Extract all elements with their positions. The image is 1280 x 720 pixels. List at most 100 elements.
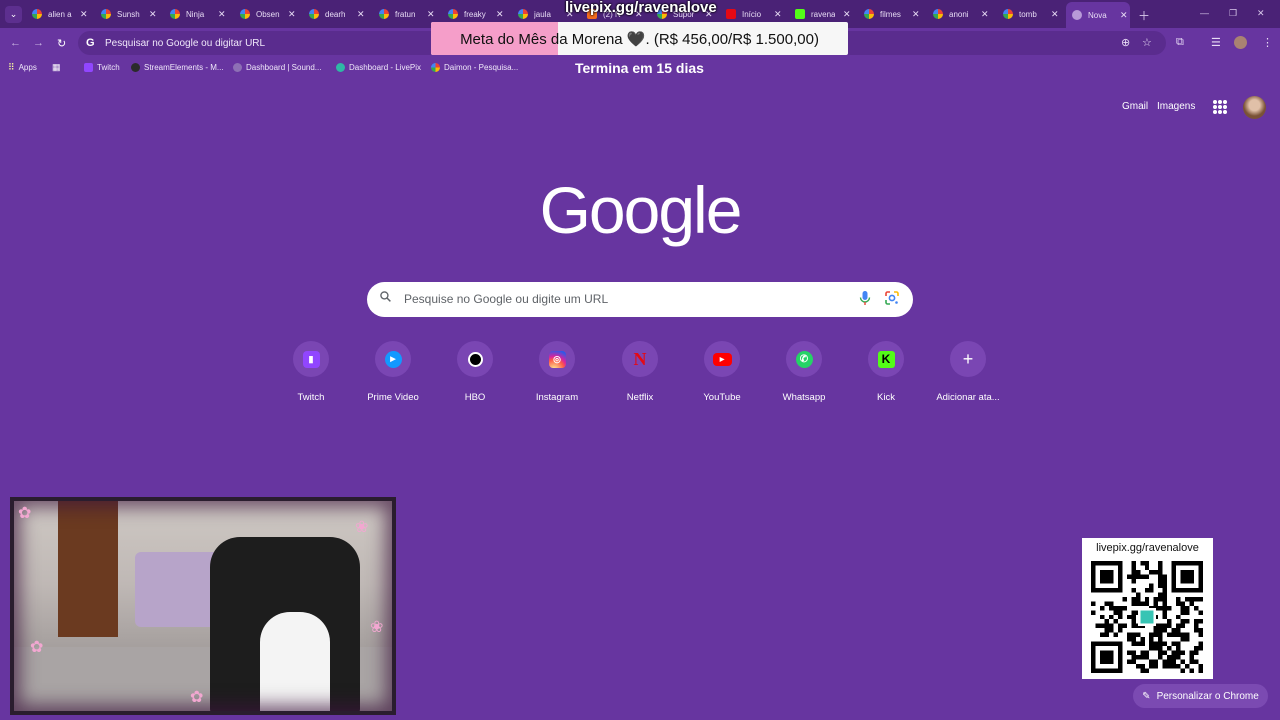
- google-icon: [170, 9, 180, 19]
- tab[interactable]: ravena ✕: [795, 4, 851, 24]
- google-lens-icon[interactable]: [884, 290, 900, 306]
- google-icon: [32, 9, 42, 19]
- shortcut-tile: +: [950, 341, 986, 377]
- livepix-url-top: livepix.gg/ravenalove: [565, 0, 717, 16]
- close-tab-icon[interactable]: ✕: [218, 9, 226, 20]
- shortcut-tile: ✆: [786, 341, 822, 377]
- close-tab-icon[interactable]: ✕: [912, 9, 920, 20]
- reading-list-icon[interactable]: ☰: [1211, 36, 1221, 49]
- soundcloud-icon: [233, 63, 242, 72]
- tab[interactable]: filmes ✕: [864, 4, 920, 24]
- shortcut-kick[interactable]: K Kick: [844, 341, 928, 403]
- shortcut-instagram[interactable]: ◎ Instagram: [515, 341, 599, 403]
- bookmark-star-icon[interactable]: ☆: [1142, 36, 1152, 49]
- search-icon: [380, 291, 391, 302]
- microphone-icon[interactable]: [858, 290, 872, 306]
- shortcut-label: Whatsapp: [782, 392, 826, 403]
- forward-icon[interactable]: →: [33, 37, 44, 49]
- close-tab-icon[interactable]: ✕: [843, 9, 851, 20]
- kick-icon: K: [877, 350, 895, 368]
- bookmark-twitch[interactable]: Twitch: [84, 63, 120, 72]
- streamelements-icon: [131, 63, 140, 72]
- hbo-icon: [467, 351, 483, 367]
- images-link[interactable]: Imagens: [1157, 101, 1195, 112]
- gmail-link[interactable]: Gmail: [1122, 101, 1148, 112]
- search-input[interactable]: [404, 289, 844, 309]
- goal-text: Meta do Mês da Morena 🖤. (R$ 456,00/R$ 1…: [460, 31, 819, 48]
- tab[interactable]: anoni ✕: [933, 4, 989, 24]
- tab[interactable]: Obsen ✕: [240, 4, 296, 24]
- close-tab-icon[interactable]: ✕: [1120, 10, 1128, 21]
- account-avatar[interactable]: [1243, 96, 1266, 119]
- reload-icon[interactable]: ↻: [57, 37, 66, 50]
- tab[interactable]: alien a ✕: [32, 4, 88, 24]
- close-tab-icon[interactable]: ✕: [288, 9, 296, 20]
- shortcut-tile: ▶: [704, 341, 740, 377]
- close-tab-icon[interactable]: ✕: [774, 9, 782, 20]
- shortcut-add[interactable]: + Adicionar ata...: [926, 341, 1010, 403]
- new-tab-button[interactable]: ＋: [1138, 7, 1150, 24]
- customize-chrome-button[interactable]: ✎ Personalizar o Chrome: [1133, 684, 1268, 708]
- flower-decoration: ❀: [355, 519, 369, 536]
- google-icon: [1003, 9, 1013, 19]
- tab-search-button[interactable]: ⌄: [5, 6, 22, 23]
- shortcut-netflix[interactable]: N Netflix: [598, 341, 682, 403]
- shortcut-tile: ▶: [375, 341, 411, 377]
- close-tab-icon[interactable]: ✕: [357, 9, 365, 20]
- omnibox-text[interactable]: Pesquisar no Google ou digitar URL: [105, 38, 265, 49]
- kick-icon: [795, 9, 805, 19]
- tab[interactable]: Início ✕: [726, 4, 782, 24]
- youtube-icon: ▶: [712, 352, 732, 366]
- tab-active[interactable]: Nova ✕: [1066, 2, 1130, 28]
- tab[interactable]: dearh ✕: [309, 4, 365, 24]
- shortcut-hbo[interactable]: HBO: [433, 341, 517, 403]
- close-window-icon[interactable]: ✕: [1257, 8, 1265, 19]
- google-logo: Google: [539, 173, 743, 247]
- instagram-icon: ◎: [548, 350, 566, 368]
- shortcut-tile: K: [868, 341, 904, 377]
- livepix-icon: [336, 63, 345, 72]
- tab[interactable]: Ninja ✕: [170, 4, 226, 24]
- google-icon: [518, 9, 528, 19]
- extensions-icon[interactable]: ⧉: [1176, 36, 1184, 49]
- restore-icon[interactable]: ❐: [1229, 8, 1237, 19]
- bookmark-soundcloud[interactable]: Dashboard | Sound...: [233, 63, 321, 72]
- tab[interactable]: Sunsh ✕: [101, 4, 157, 24]
- tab[interactable]: tomb ✕: [1003, 4, 1059, 24]
- close-tab-icon[interactable]: ✕: [496, 9, 504, 20]
- tab[interactable]: fratun ✕: [379, 4, 435, 24]
- bookmark-grid[interactable]: ▦: [52, 63, 65, 72]
- google-icon: [933, 9, 943, 19]
- bookmark-daimon[interactable]: Daimon - Pesquisa...: [431, 63, 518, 72]
- shortcut-label: Adicionar ata...: [936, 392, 1000, 403]
- tab[interactable]: freaky ✕: [448, 4, 504, 24]
- shortcut-youtube[interactable]: ▶ YouTube: [680, 341, 764, 403]
- flower-decoration: ✿: [190, 689, 204, 706]
- shortcut-whatsapp[interactable]: ✆ Whatsapp: [762, 341, 846, 403]
- bookmark-apps[interactable]: ⠿ Apps: [8, 63, 37, 73]
- menu-kebab-icon[interactable]: ⋮: [1262, 36, 1273, 49]
- bookmark-streamelements[interactable]: StreamElements - M...: [131, 63, 224, 72]
- netflix-icon: [726, 9, 736, 19]
- minimize-icon[interactable]: —: [1200, 8, 1209, 18]
- close-tab-icon[interactable]: ✕: [80, 9, 88, 20]
- shortcut-prime-video[interactable]: ▶ Prime Video: [351, 341, 435, 403]
- google-icon: [309, 9, 319, 19]
- webcam-overlay: ✿ ❀ ✿ ❀ ✿: [10, 497, 396, 715]
- profile-avatar[interactable]: [1234, 36, 1247, 49]
- bookmark-livepix[interactable]: Dashboard - LivePix: [336, 63, 421, 72]
- close-tab-icon[interactable]: ✕: [427, 9, 435, 20]
- shortcut-tile: N: [622, 341, 658, 377]
- shortcut-tile: [457, 341, 493, 377]
- close-tab-icon[interactable]: ✕: [149, 9, 157, 20]
- google-icon: [431, 63, 440, 72]
- flower-decoration: ✿: [30, 639, 44, 656]
- shortcut-label: Netflix: [626, 392, 654, 403]
- shortcut-twitch[interactable]: ▮ Twitch: [269, 341, 353, 403]
- shortcut-label: HBO: [464, 392, 486, 403]
- zoom-icon[interactable]: ⊕: [1121, 36, 1130, 49]
- close-tab-icon[interactable]: ✕: [981, 9, 989, 20]
- google-apps-icon[interactable]: [1213, 100, 1227, 114]
- close-tab-icon[interactable]: ✕: [1051, 9, 1059, 20]
- back-icon[interactable]: ←: [10, 37, 21, 49]
